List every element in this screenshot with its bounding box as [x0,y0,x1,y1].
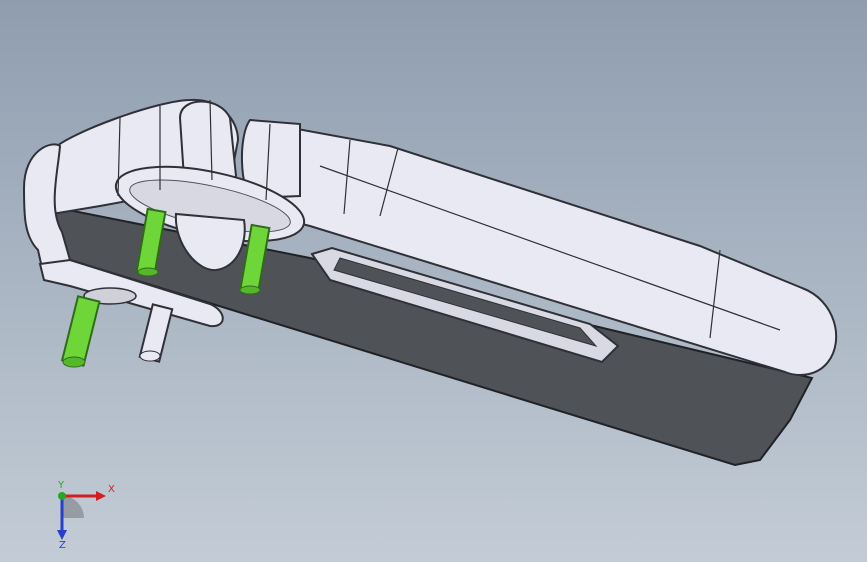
z-axis-label: Z [59,540,66,548]
x-axis-label: X [108,484,115,495]
pin-green-3 [60,295,101,368]
pin-white [138,303,174,363]
z-axis-arrow [57,530,67,540]
orientation-triad: X Z Y [57,480,115,548]
cad-viewport[interactable]: X Z Y [0,0,867,562]
y-axis-dot [58,492,66,500]
y-axis-label: Y [57,480,65,491]
triad-shadow [62,496,84,518]
plug-model[interactable] [0,0,867,562]
x-axis-arrow [96,491,106,501]
